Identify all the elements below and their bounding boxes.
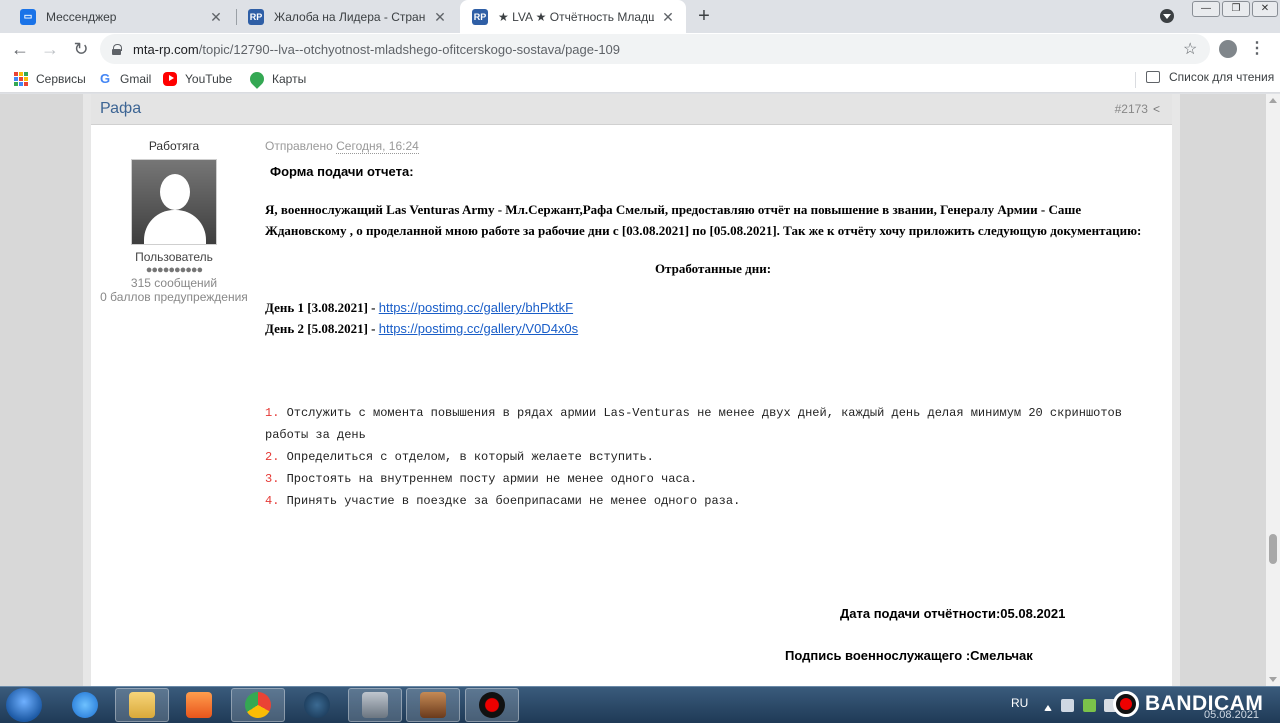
bookmarks-bar: Сервисы G Gmail YouTube Карты Список для…: [0, 65, 1280, 93]
reading-list-icon: [1146, 71, 1160, 83]
bookmark-services[interactable]: Сервисы: [14, 70, 86, 88]
days-list: День 1 [3.08.2021] - https://postimg.cc/…: [265, 297, 1165, 339]
toolbar: ← → ↻ mta-rp.com/topic/12790--lva--otchy…: [0, 33, 1280, 65]
taskbar-ie[interactable]: [58, 688, 112, 722]
chrome-icon: [245, 692, 271, 718]
page-scrollbar[interactable]: [1266, 94, 1280, 686]
author-info: Работяга Пользователь ●●●●●●●●●● 315 соо…: [91, 139, 257, 304]
post-author[interactable]: Рафа: [100, 100, 141, 118]
scroll-up-icon[interactable]: [1269, 98, 1277, 103]
google-icon: G: [99, 71, 111, 86]
app-icon: [362, 692, 388, 718]
warning-points: 0 баллов предупреждения: [100, 290, 248, 304]
taskbar-explorer[interactable]: [115, 688, 169, 722]
page: Рафа #2173 < Работяга Пользователь ●●●●●…: [0, 94, 1266, 686]
back-icon[interactable]: ←: [9, 38, 31, 60]
taskbar-media[interactable]: [172, 688, 226, 722]
language-indicator[interactable]: RU: [1011, 696, 1028, 710]
requirements-list: 1. Отслужить с момента повышения в рядах…: [265, 402, 1165, 512]
share-icon[interactable]: <: [1153, 102, 1160, 116]
avatar[interactable]: [131, 159, 217, 245]
taskbar: RU BANDICAM 05.08.2021: [0, 686, 1280, 723]
lock-icon: [112, 43, 122, 55]
message-count: 315 сообщений: [130, 276, 218, 290]
rank-title: Работяга: [148, 139, 200, 153]
days-title: Отработанные дни:: [654, 261, 772, 276]
post-header: Рафа #2173 <: [91, 94, 1172, 125]
ie-icon: [72, 692, 98, 718]
tab-messenger[interactable]: ▭ Мессенджер ✕: [8, 0, 234, 33]
close-icon[interactable]: ✕: [660, 9, 676, 25]
close-icon[interactable]: ✕: [208, 9, 224, 25]
gallery-link[interactable]: https://postimg.cc/gallery/bhPktkF: [379, 300, 573, 315]
tray-icon[interactable]: [1061, 699, 1074, 712]
form-title: Форма подачи отчета:: [270, 164, 414, 179]
site-icon: RP: [248, 8, 264, 25]
post-body: Отправлено Сегодня, 16:24 Форма подачи о…: [265, 139, 1165, 512]
bandicam-logo-icon: [1113, 691, 1139, 717]
reload-icon[interactable]: ↻: [70, 38, 92, 60]
reading-list-button[interactable]: Список для чтения: [1146, 70, 1274, 84]
rank-pips: ●●●●●●●●●●: [145, 264, 203, 276]
address-bar[interactable]: mta-rp.com/topic/12790--lva--otchyotnost…: [100, 34, 1210, 64]
apps-icon: [14, 72, 28, 86]
steam-icon: [304, 692, 330, 718]
profile-icon[interactable]: [1219, 40, 1237, 58]
gallery-link[interactable]: https://postimg.cc/gallery/V0D4x0s: [379, 321, 578, 336]
taskbar-steam[interactable]: [290, 688, 344, 722]
tab-report[interactable]: RP ★ LVA ★ Отчётность Младшего ✕: [460, 0, 686, 33]
close-window-button[interactable]: ✕: [1252, 1, 1278, 17]
nvidia-icon[interactable]: [1083, 699, 1096, 712]
signature: Подпись военнослужащего :Смельчак: [785, 648, 1033, 663]
maps-icon: [247, 69, 267, 89]
posted-date: Отправлено Сегодня, 16:24: [265, 139, 419, 154]
game-icon: [420, 692, 446, 718]
forward-icon[interactable]: →: [39, 38, 61, 60]
clock-date[interactable]: 05.08.2021: [1204, 709, 1259, 721]
close-icon[interactable]: ✕: [432, 9, 448, 25]
report-paragraph: Я, военнослужащий Las Venturas Army - Мл…: [265, 202, 1142, 238]
bookmark-gmail[interactable]: G Gmail: [98, 70, 151, 88]
taskbar-recorder[interactable]: [465, 688, 519, 722]
scroll-down-icon[interactable]: [1269, 677, 1277, 682]
tray-arrow-icon[interactable]: [1044, 703, 1052, 711]
day-entry: День 2 [5.08.2021] - https://postimg.cc/…: [265, 321, 579, 336]
submit-date: Дата подачи отчётности:05.08.2021: [840, 606, 1066, 621]
requirement-item: 4. Принять участие в поездке за боеприпа…: [265, 494, 741, 508]
forum-post: Рафа #2173 < Работяга Пользователь ●●●●●…: [83, 94, 1180, 686]
requirement-item: 2. Определиться с отделом, в который жел…: [265, 450, 654, 464]
bookmark-star-icon[interactable]: ☆: [1183, 39, 1197, 59]
tab-strip: ▭ Мессенджер ✕ RP Жалоба на Лидера - Стр…: [0, 0, 1280, 33]
requirement-item: 3. Простоять на внутреннем посту армии н…: [265, 472, 698, 486]
tab-complaint[interactable]: RP Жалоба на Лидера - Страница 1 ✕: [236, 0, 458, 33]
minimize-button[interactable]: —: [1192, 1, 1220, 17]
requirement-item: 1. Отслужить с момента повышения в рядах…: [265, 406, 1122, 442]
scroll-thumb[interactable]: [1269, 534, 1277, 564]
menu-icon[interactable]: ⋮: [1247, 39, 1267, 59]
user-group: Пользователь: [135, 250, 213, 264]
messenger-icon: ▭: [20, 8, 36, 25]
post-number[interactable]: #2173 <: [1115, 102, 1160, 116]
youtube-icon: [163, 72, 177, 86]
tab-search-icon[interactable]: [1160, 9, 1174, 23]
site-icon: RP: [472, 8, 488, 25]
taskbar-chrome[interactable]: [231, 688, 285, 722]
record-icon: [479, 692, 505, 718]
media-icon: [186, 692, 212, 718]
day-entry: День 1 [3.08.2021] - https://postimg.cc/…: [265, 300, 574, 315]
start-button[interactable]: [6, 688, 42, 722]
restore-button[interactable]: ❐: [1222, 1, 1250, 17]
taskbar-app[interactable]: [348, 688, 402, 722]
folder-icon: [129, 692, 155, 718]
bookmark-maps[interactable]: Карты: [247, 69, 306, 89]
bookmark-youtube[interactable]: YouTube: [163, 70, 232, 88]
new-tab-button[interactable]: +: [694, 6, 714, 26]
taskbar-game[interactable]: [406, 688, 460, 722]
divider: [1135, 72, 1136, 88]
